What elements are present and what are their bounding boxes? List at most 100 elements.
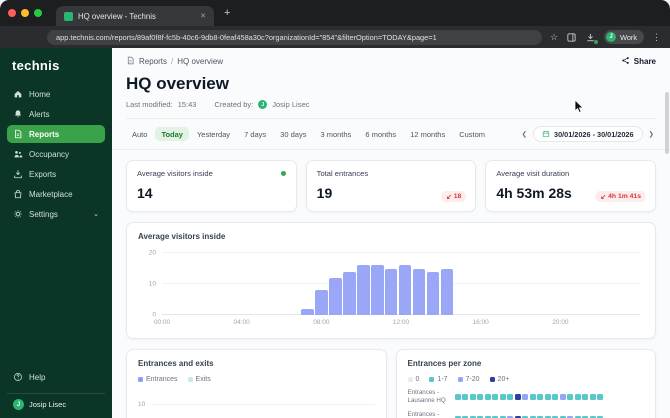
minimize-window-button[interactable]: [21, 9, 29, 17]
bell-icon: [13, 109, 23, 119]
heatmap-row: Entrances -Floor 1: [408, 411, 645, 418]
x-tick-label: 20:00: [552, 319, 569, 326]
date-range-chip[interactable]: 30/01/2026 - 30/01/2026: [533, 126, 643, 142]
date-next-button[interactable]: ❯: [647, 128, 656, 140]
heatmap-cell: [529, 394, 536, 401]
date-prev-button[interactable]: ❮: [520, 128, 529, 140]
heatmap-cell: [537, 394, 543, 401]
entrances-exits-card: Entrances and exits Entrances Exits 10: [126, 349, 387, 418]
visitors-bar: [315, 290, 328, 315]
chart-title: Entrances per zone: [407, 359, 482, 368]
download-complete-dot: [594, 39, 599, 44]
sidebar-item-alerts[interactable]: Alerts: [7, 105, 105, 123]
last-modified-label: Last modified:: [126, 100, 173, 109]
close-window-button[interactable]: [8, 9, 16, 17]
filter-option-today[interactable]: Today: [155, 127, 189, 141]
heatmap-cell: [469, 394, 476, 401]
sidebar-item-help[interactable]: Help: [7, 368, 105, 386]
report-doc-icon: [126, 56, 135, 67]
chart-title: Average visitors inside: [138, 232, 226, 241]
tab-close-icon[interactable]: ✕: [200, 12, 206, 20]
visitors-bar: [357, 265, 370, 315]
filter-option-7-days[interactable]: 7 days: [238, 127, 272, 141]
delta-value: 4h 1m 41s: [608, 193, 641, 200]
legend-swatch: [407, 377, 413, 382]
bookmark-star-icon[interactable]: ☆: [550, 32, 558, 42]
chevron-down-icon: ⌄: [93, 211, 99, 218]
heatmap-cell: [582, 394, 588, 401]
filter-options: Auto Today Yesterday 7 days 30 days 3 months 6…: [126, 127, 491, 141]
sidebar-item-occupancy[interactable]: Occupancy: [7, 145, 105, 163]
filter-option-custom[interactable]: Custom: [453, 127, 491, 141]
heatmap-cell: [477, 394, 483, 401]
share-button[interactable]: Share: [621, 56, 656, 67]
sidebar-user[interactable]: J Josip Lisec: [7, 393, 105, 410]
entrances-exits-legend: Entrances Exits: [138, 376, 375, 383]
visitors-bar: [412, 268, 426, 315]
calendar-icon: [542, 131, 550, 137]
y-tick-label: 20: [148, 249, 156, 257]
sidebar-item-exports[interactable]: Exports: [7, 165, 105, 183]
filter-option-3-months[interactable]: 3 months: [314, 127, 357, 141]
x-tick-label: 04:00: [233, 319, 250, 326]
visitors-bar: [440, 268, 454, 315]
x-tick-label: 00:00: [153, 319, 171, 326]
gear-icon: [13, 209, 23, 219]
maximize-window-button[interactable]: [34, 9, 42, 17]
report-icon: [13, 129, 23, 139]
heatmap-cell: [492, 394, 498, 401]
filter-option-6-months[interactable]: 6 months: [359, 127, 402, 141]
entrances-exits-axis: 10: [138, 401, 375, 418]
heatmap-row: Entrances - Lausanne HQ: [408, 389, 645, 405]
sidebar-item-home[interactable]: Home: [7, 85, 105, 103]
y-tick-label: 10: [148, 280, 156, 288]
heatmap-row-label: Entrances -Floor 1: [407, 411, 440, 418]
legend-item: Exits: [187, 376, 211, 383]
breadcrumb-section[interactable]: Reports: [139, 57, 167, 66]
visitors-bar: [371, 265, 384, 315]
heatmap-cell: [499, 394, 506, 401]
time-filter-bar: Auto Today Yesterday 7 days 30 days 3 months 6…: [112, 119, 670, 150]
y-tick-label: 10: [138, 401, 146, 408]
browser-profile-chip[interactable]: J Work: [604, 30, 644, 44]
heatmap-cell: [574, 394, 581, 401]
browser-titlebar: HQ overview - Technis ✕ +: [0, 0, 670, 26]
filter-option-auto[interactable]: Auto: [126, 127, 153, 141]
browser-menu-icon[interactable]: ⋮: [652, 32, 661, 42]
sidebar-item-label: Occupancy: [29, 149, 70, 159]
filter-option-yesterday[interactable]: Yesterday: [191, 127, 236, 141]
technis-favicon: [64, 11, 73, 21]
heatmap-cell: [454, 394, 461, 401]
x-tick-label: 12:00: [392, 319, 410, 326]
stat-card-average-visitors-inside: Average visitors inside 14: [126, 160, 297, 212]
technis-logo: technis: [12, 58, 60, 73]
user-name: Josip Lisec: [29, 400, 67, 409]
visitors-chart-card: Average visitors inside 0 10 20 00:00 04:00…: [126, 222, 656, 339]
sidebar-nav: Home Alerts Reports Occupancy Exports Marketp…: [7, 85, 105, 225]
legend-item: 7-20: [457, 376, 480, 383]
sidebar-item-marketplace[interactable]: Marketplace: [7, 185, 105, 203]
x-tick-label: 08:00: [313, 319, 330, 326]
heatmap-row-label: Entrances - Lausanne HQ: [407, 389, 446, 405]
downloads-icon[interactable]: [585, 32, 599, 44]
browser-tab[interactable]: HQ overview - Technis ✕: [56, 6, 214, 26]
stat-card-total-entrances: Total entrances 19 ↙ 18: [305, 160, 477, 212]
profile-avatar: J: [606, 32, 617, 42]
share-icon: [621, 56, 630, 67]
page-title: HQ overview: [126, 74, 229, 93]
legend-item: Entrances: [138, 376, 178, 383]
legend-item: 0: [407, 376, 419, 383]
delta-down-icon: ↙: [600, 193, 607, 201]
filter-option-12-months[interactable]: 12 months: [404, 127, 451, 141]
sidebar-item-reports[interactable]: Reports: [7, 125, 105, 143]
filter-option-30-days[interactable]: 30 days: [274, 127, 312, 141]
scrollbar-thumb[interactable]: [665, 92, 669, 154]
side-panel-icon[interactable]: [566, 32, 577, 43]
sidebar-item-settings[interactable]: Settings ⌄: [7, 205, 105, 223]
heatmap-cell: [507, 394, 513, 401]
url-bar[interactable]: app.technis.com/reports/89af0f8f-fc5b-40…: [47, 29, 543, 45]
heatmap-legend: 0 1-7 7-20 20+: [407, 376, 645, 383]
new-tab-button[interactable]: +: [224, 7, 230, 19]
heatmap-rows: Entrances -Lausanne HQ Entrances -Floor 1…: [408, 389, 645, 418]
delta-value: 18: [453, 193, 462, 200]
